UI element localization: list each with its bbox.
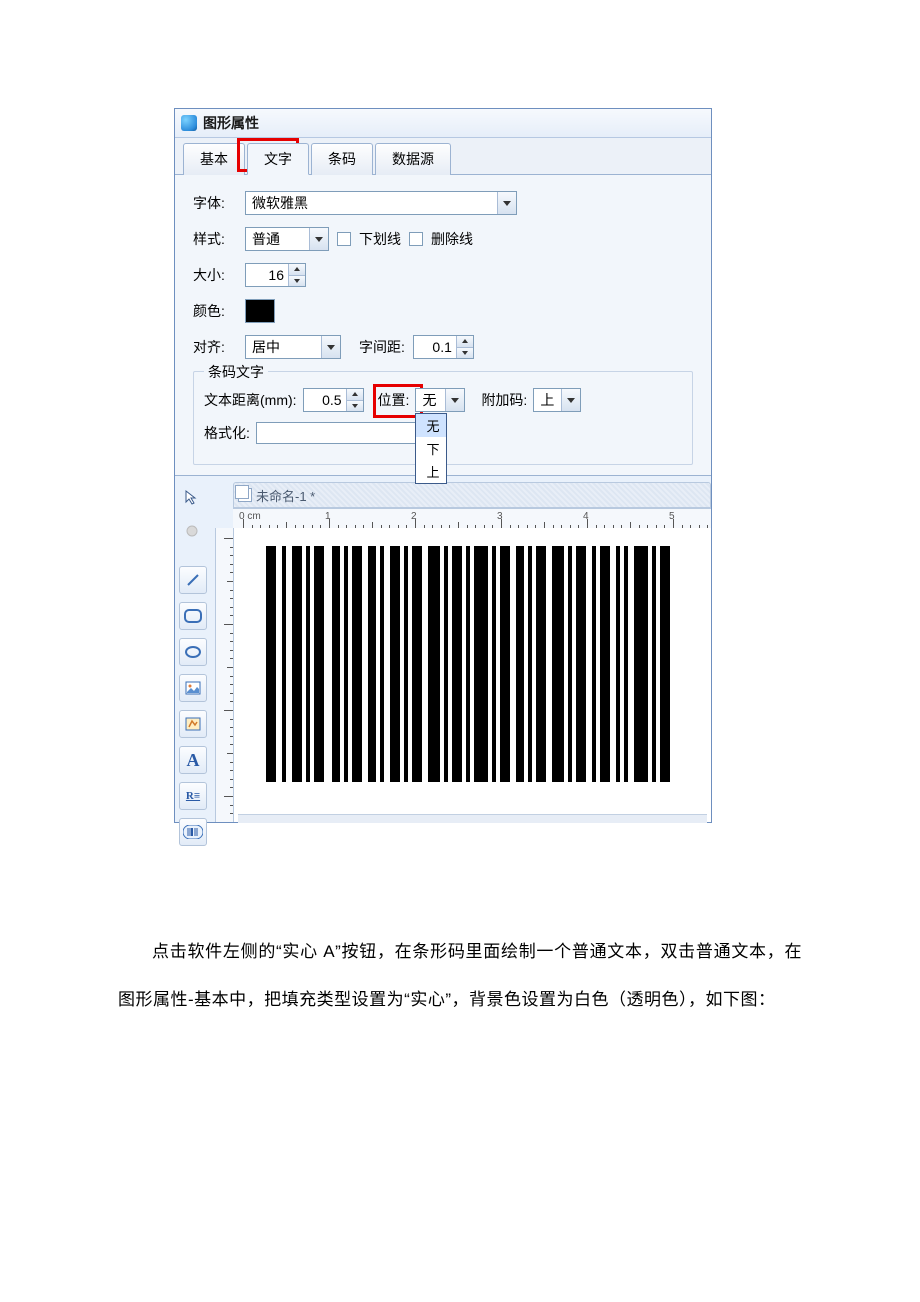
- format-label: 格式化:: [204, 423, 250, 443]
- position-option-above[interactable]: 上: [416, 460, 446, 483]
- tab-text[interactable]: 文字: [247, 143, 309, 175]
- document-tab-label: 未命名-1 *: [256, 486, 315, 505]
- text-panel: 字体: 微软雅黑 样式: 普通 下划线 删除线: [175, 175, 711, 475]
- caret-down-icon: [503, 201, 511, 206]
- font-label: 字体:: [193, 193, 237, 213]
- cursor-icon: [184, 489, 200, 505]
- caret-down-icon: [327, 345, 335, 350]
- font-combo-button[interactable]: [497, 192, 516, 214]
- style-label: 样式:: [193, 229, 237, 249]
- tool-select-grey[interactable]: [179, 518, 205, 544]
- paper-edge: [238, 814, 707, 823]
- spinner-down[interactable]: [289, 276, 305, 287]
- document-tab[interactable]: 未命名-1 *: [233, 482, 711, 508]
- document-icon: [238, 488, 252, 502]
- properties-dialog-screenshot: 图形属性 基本 文字 条码 数据源 字体: 微软雅黑 样式: 普通: [174, 108, 712, 823]
- spinner-up[interactable]: [457, 336, 473, 348]
- caret-down-icon: [451, 398, 459, 403]
- spacing-spinner[interactable]: [413, 335, 474, 359]
- richtext-icon: R≡: [186, 790, 200, 802]
- article-paragraph: 点击软件左侧的“实心 A”按钮，在条形码里面绘制一个普通文本，双击普通文本，在图…: [118, 928, 802, 1023]
- align-combo[interactable]: 居中: [245, 335, 341, 359]
- titlebar: 图形属性: [175, 109, 711, 138]
- spinner-up[interactable]: [289, 264, 305, 276]
- tool-vector[interactable]: [179, 710, 207, 738]
- distance-input[interactable]: [304, 389, 346, 411]
- distance-label: 文本距离(mm):: [204, 390, 297, 410]
- image-icon: [185, 681, 201, 695]
- size-spinner[interactable]: [245, 263, 306, 287]
- canvas[interactable]: [233, 528, 711, 822]
- tool-ellipse[interactable]: [179, 638, 207, 666]
- horizontal-ruler: 0 cm 1 2 3 4 5 ticks drawn below via JS: [233, 508, 711, 530]
- style-combo-button[interactable]: [309, 228, 328, 250]
- position-combo[interactable]: 无 无 下 上: [415, 388, 465, 412]
- align-combo-button[interactable]: [321, 336, 340, 358]
- vertical-ruler: 123: [215, 528, 235, 822]
- rounded-rect-icon: [184, 609, 202, 623]
- tool-rounded-rect[interactable]: [179, 602, 207, 630]
- position-combo-button[interactable]: [445, 389, 464, 411]
- group-title: 条码文字: [204, 362, 268, 382]
- barcode-text-group: 条码文字 文本距离(mm): 位置:: [193, 371, 693, 465]
- distance-spinner[interactable]: [303, 388, 364, 412]
- font-combo[interactable]: 微软雅黑: [245, 191, 517, 215]
- position-popup: 无 下 上: [415, 413, 447, 484]
- tab-strip: 基本 文字 条码 数据源: [175, 138, 711, 175]
- app-icon: [181, 115, 197, 131]
- addon-combo[interactable]: 上: [533, 388, 581, 412]
- tab-datasource[interactable]: 数据源: [375, 143, 451, 175]
- tool-image[interactable]: [179, 674, 207, 702]
- circle-grey-icon: [184, 523, 200, 539]
- spacing-input[interactable]: [414, 336, 456, 358]
- tool-barcode[interactable]: [179, 818, 207, 846]
- color-label: 颜色:: [193, 301, 237, 321]
- caret-down-icon: [315, 237, 323, 242]
- spinner-down[interactable]: [347, 401, 363, 412]
- barcode-graphic[interactable]: [266, 546, 686, 786]
- position-label: 位置:: [378, 392, 410, 408]
- tab-basic[interactable]: 基本: [183, 143, 245, 175]
- underline-label: 下划线: [359, 229, 401, 249]
- position-option-below[interactable]: 下: [416, 437, 446, 460]
- caret-down-icon: [567, 398, 575, 403]
- size-label: 大小:: [193, 265, 237, 285]
- spacing-label: 字间距:: [359, 337, 405, 357]
- tool-line[interactable]: [179, 566, 207, 594]
- underline-checkbox[interactable]: [337, 232, 351, 246]
- tool-text[interactable]: A: [179, 746, 207, 774]
- line-icon: [185, 572, 201, 588]
- align-label: 对齐:: [193, 337, 237, 357]
- tool-arrow[interactable]: [179, 484, 205, 510]
- addon-combo-button[interactable]: [561, 389, 580, 411]
- ellipse-icon: [184, 645, 202, 659]
- barcode-icon: [183, 825, 203, 839]
- spinner-up[interactable]: [347, 389, 363, 401]
- color-swatch[interactable]: [245, 299, 275, 323]
- toolbar: A R≡: [179, 484, 209, 846]
- style-combo[interactable]: 普通: [245, 227, 329, 251]
- position-option-none[interactable]: 无: [416, 414, 446, 437]
- tool-richtext[interactable]: R≡: [179, 782, 207, 810]
- canvas-area: A R≡ 未命名-1 * 0 cm 1 2 3 4 5 tic: [175, 475, 711, 822]
- text-a-icon: A: [187, 750, 200, 771]
- spinner-down[interactable]: [457, 348, 473, 359]
- tab-barcode[interactable]: 条码: [311, 143, 373, 175]
- vector-icon: [185, 717, 201, 731]
- addon-label: 附加码:: [481, 390, 527, 410]
- strikethrough-checkbox[interactable]: [409, 232, 423, 246]
- window-title: 图形属性: [203, 113, 259, 133]
- strikethrough-label: 删除线: [431, 229, 473, 249]
- size-input[interactable]: [246, 264, 288, 286]
